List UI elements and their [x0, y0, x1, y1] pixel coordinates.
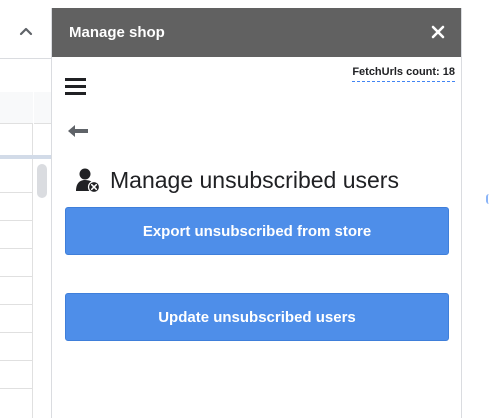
selection-band — [0, 155, 51, 159]
export-unsubscribed-button[interactable]: Export unsubscribed from store — [65, 207, 449, 255]
right-background — [462, 0, 489, 418]
sheet-grid-fragment — [0, 92, 51, 418]
panel-header: Manage shop — [52, 8, 461, 57]
chevron-up-icon — [18, 23, 34, 44]
grid-row-line — [0, 192, 33, 193]
menu-button[interactable] — [65, 75, 89, 97]
scrollbar-thumb[interactable] — [37, 164, 47, 198]
collapse-button[interactable] — [0, 8, 51, 58]
grid-row-line — [0, 332, 33, 333]
panel-title: Manage shop — [69, 24, 165, 41]
section-heading: Manage unsubscribed users — [76, 165, 399, 195]
update-unsubscribed-button[interactable]: Update unsubscribed users — [65, 293, 449, 341]
strip-divider — [0, 58, 51, 59]
back-button[interactable] — [66, 122, 90, 140]
app-root: Manage shop FetchUrls count: 18 Manage u… — [0, 0, 489, 418]
grid-header-cell — [0, 92, 33, 124]
user-remove-icon — [76, 167, 101, 194]
close-button[interactable] — [429, 23, 447, 41]
grid-row-line — [0, 304, 33, 305]
grid-row-line — [0, 360, 33, 361]
manage-shop-panel: Manage shop FetchUrls count: 18 Manage u… — [51, 8, 462, 418]
hamburger-menu-icon — [65, 78, 89, 101]
grid-header-cell — [34, 92, 51, 124]
grid-row-line — [0, 276, 33, 277]
row-gutter — [0, 92, 33, 418]
grid-row-line — [0, 248, 33, 249]
section-title: Manage unsubscribed users — [110, 166, 399, 193]
fetch-urls-count: FetchUrls count: 18 — [352, 66, 455, 82]
arrow-left-icon — [66, 125, 90, 144]
close-icon — [429, 25, 447, 45]
grid-row-line — [0, 220, 33, 221]
spreadsheet-strip — [0, 0, 51, 418]
grid-row-line — [0, 388, 33, 389]
